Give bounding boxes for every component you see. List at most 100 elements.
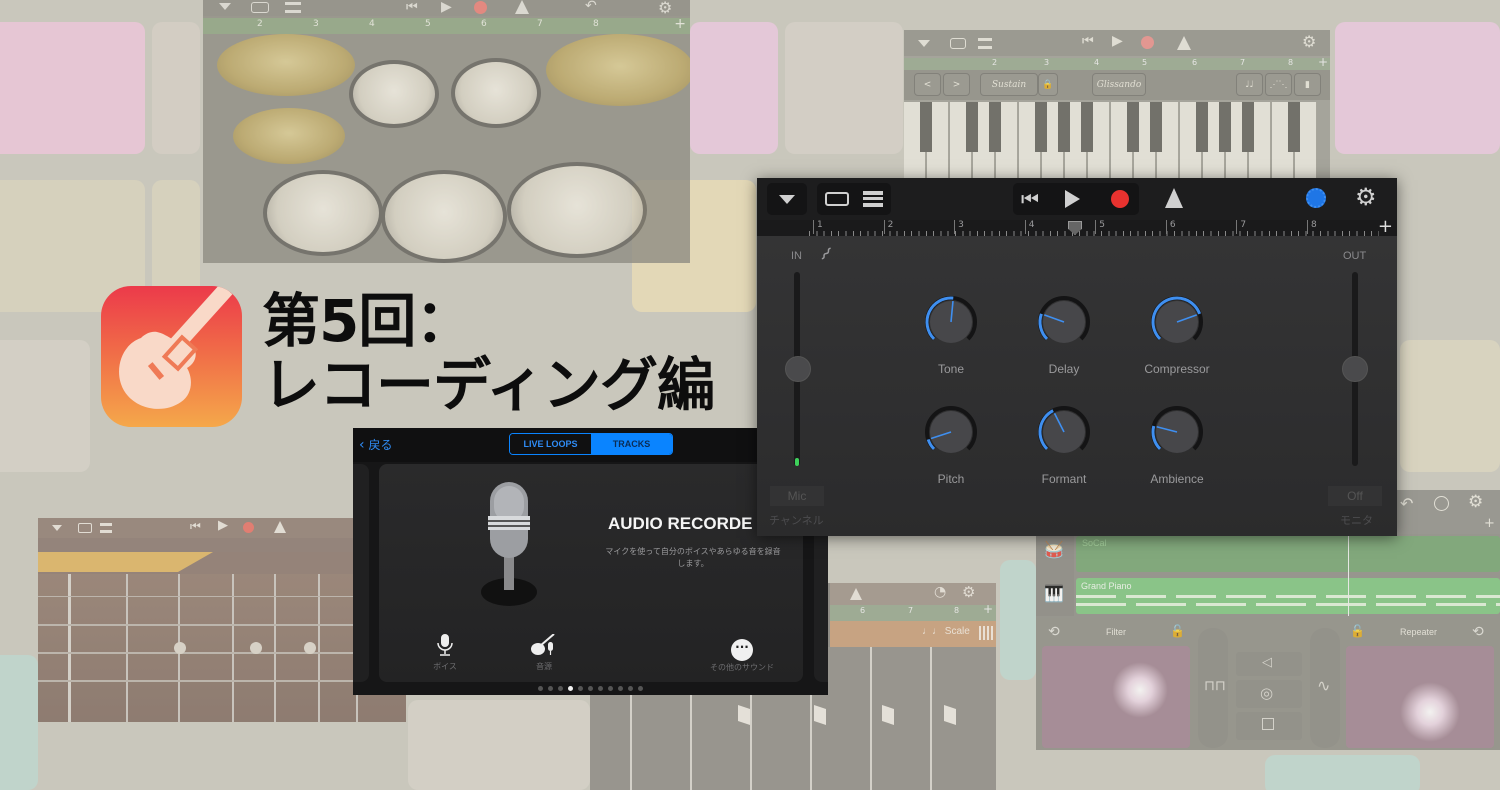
black-key[interactable] [1219, 102, 1231, 152]
channel-button[interactable]: Mic [770, 486, 824, 506]
metronome-icon[interactable] [1177, 36, 1191, 50]
glissando-button[interactable]: Glissando [1092, 73, 1146, 96]
settings-icon[interactable]: ⚙ [962, 583, 975, 601]
black-key[interactable] [1288, 102, 1300, 152]
knob-ambience[interactable]: Ambience [1137, 404, 1217, 486]
view-toggle-icon[interactable] [825, 192, 849, 206]
view-toggle-icon[interactable] [950, 38, 966, 49]
scale-icon[interactable]: ⋰⋱ [1265, 73, 1292, 96]
knob-formant[interactable]: Formant [1024, 404, 1104, 486]
track-region-socal[interactable]: SoCal [1076, 536, 1500, 572]
keyboard-ruler[interactable]: 2 3 4 5 6 7 8 + [904, 55, 1330, 70]
metronome-icon[interactable] [274, 521, 286, 533]
play-icon[interactable]: ▶ [218, 518, 228, 533]
kick-drum[interactable] [381, 170, 507, 263]
knob-dial[interactable] [923, 404, 979, 460]
instrument-card-audio-recorder[interactable]: AUDIO RECORDE マイクを使って自分のボイスやあらゆる音を録音 します… [379, 464, 803, 682]
scale-button[interactable]: ♩♩ Scale [922, 626, 970, 637]
stop-button[interactable] [1236, 712, 1302, 740]
dropdown-icon[interactable] [918, 40, 930, 47]
settings-icon[interactable]: ⚙ [658, 0, 672, 17]
fx-randomize-icon[interactable]: ⟲ [1048, 624, 1060, 640]
page-dot[interactable] [638, 686, 643, 691]
floor-tom-right[interactable] [507, 162, 647, 258]
floor-tom-left[interactable] [263, 170, 383, 256]
rewind-icon[interactable]: ⏮ [1082, 34, 1094, 49]
back-button[interactable]: ‹ 戻る [359, 436, 392, 453]
black-key[interactable] [1081, 102, 1093, 152]
drums-track-icon[interactable]: 🥁 [1044, 540, 1064, 559]
black-key[interactable] [1127, 102, 1139, 152]
undo-icon[interactable]: ↶ [585, 0, 597, 14]
knob-dial[interactable] [1036, 404, 1092, 460]
dropdown-icon[interactable] [219, 3, 231, 10]
option-other-sounds[interactable]: ··· その他のサウンド [707, 636, 777, 673]
view-toggle-icon[interactable] [251, 2, 269, 13]
guitar-ruler[interactable] [38, 538, 406, 552]
knob-dial[interactable] [1149, 294, 1205, 350]
undo-icon[interactable]: ↶ [1400, 494, 1413, 513]
tracks-icon[interactable] [978, 38, 992, 49]
output-level-slider-thumb[interactable] [1342, 356, 1368, 383]
view-toggle-icon[interactable] [78, 523, 92, 533]
add-section-button[interactable]: + [983, 602, 993, 616]
layout-icon[interactable]: ▮ [1294, 73, 1321, 96]
piano-track-icon[interactable]: 🎹 [1044, 584, 1064, 603]
settings-icon[interactable]: ⚙ [1355, 183, 1377, 211]
play-icon[interactable]: ▶ [441, 0, 452, 15]
tab-tracks[interactable]: TRACKS [591, 434, 672, 454]
tuner-icon[interactable]: ◔ [934, 584, 946, 600]
play-icon[interactable]: ▶ [1112, 33, 1123, 49]
tom-left[interactable] [349, 60, 439, 128]
metronome-icon[interactable] [515, 0, 529, 14]
page-dot[interactable] [538, 686, 543, 691]
fx-randomize-icon[interactable]: ⟲ [1472, 624, 1484, 640]
option-instrument[interactable]: 音源 [524, 633, 564, 672]
black-key[interactable] [1035, 102, 1047, 152]
unlock-icon[interactable]: 🔓 [1350, 624, 1365, 638]
guitar-neck[interactable] [38, 574, 406, 722]
tracks-icon[interactable] [285, 2, 301, 13]
tracks-icon[interactable] [100, 523, 112, 533]
record-icon[interactable] [474, 1, 487, 14]
rewind-icon[interactable]: ⏮ [1021, 187, 1039, 211]
add-section-button[interactable]: + [1378, 216, 1393, 237]
add-section-button[interactable]: + [1484, 516, 1495, 531]
hihat-cymbal[interactable] [233, 108, 345, 164]
wobble-strip[interactable]: ∿ [1310, 628, 1340, 748]
track-region-grand-piano[interactable]: Grand Piano [1076, 578, 1500, 614]
guitar2-ruler[interactable]: 6 7 8 + [830, 602, 996, 621]
chord-strips-icon[interactable] [979, 626, 993, 640]
master-effects-icon[interactable] [1306, 188, 1326, 208]
scratch-button[interactable]: ◎ [1236, 680, 1302, 708]
octave-down-button[interactable]: < [914, 73, 941, 96]
rewind-icon[interactable]: ⏮ [406, 0, 418, 15]
crash-cymbal[interactable] [217, 34, 355, 96]
page-dot[interactable] [628, 686, 633, 691]
tracks-view-icon[interactable] [863, 191, 883, 207]
record-icon[interactable] [243, 522, 254, 533]
rewind-icon[interactable]: ⏮ [190, 519, 201, 534]
dropdown-icon[interactable] [52, 525, 62, 531]
page-dot[interactable] [598, 686, 603, 691]
knob-tone[interactable]: Tone [911, 294, 991, 376]
playhead[interactable] [1348, 534, 1349, 616]
timeline-ruler[interactable]: 1 2 3 4 5 6 7 8 + [757, 216, 1397, 237]
tom-right[interactable] [451, 58, 541, 128]
black-key[interactable] [989, 102, 1001, 152]
add-section-button[interactable]: + [1318, 55, 1328, 69]
input-level-slider-thumb[interactable] [785, 356, 811, 383]
play-button[interactable] [1065, 190, 1080, 208]
monitor-button[interactable]: Off [1328, 486, 1382, 506]
black-key[interactable] [1150, 102, 1162, 152]
page-indicator[interactable] [353, 686, 828, 691]
unlock-icon[interactable]: 🔓 [1170, 624, 1185, 638]
page-dot[interactable] [568, 686, 573, 691]
page-dot[interactable] [608, 686, 613, 691]
gate-strip[interactable]: ⊓⊓ [1198, 628, 1228, 748]
ride-cymbal[interactable] [546, 34, 690, 106]
settings-icon[interactable]: ⚙ [1468, 492, 1483, 512]
black-key[interactable] [920, 102, 932, 152]
knob-pitch[interactable]: Pitch [911, 404, 991, 486]
reverse-button[interactable]: ◁ [1236, 652, 1302, 676]
